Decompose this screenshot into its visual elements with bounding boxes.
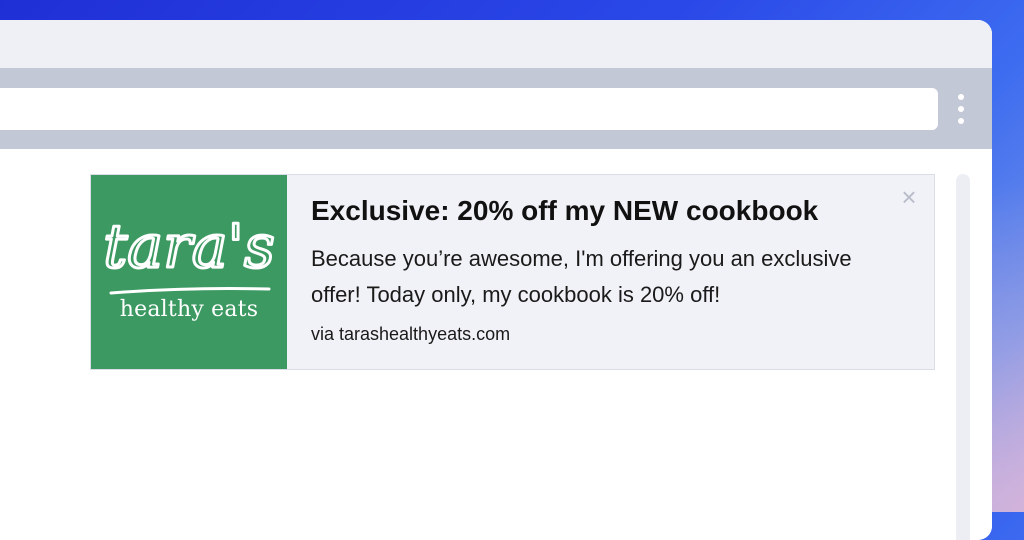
menu-dot: [958, 118, 964, 124]
logo-script-wordmark: tara's: [102, 211, 276, 295]
logo-subtitle: healthy eats: [119, 297, 259, 322]
notification-title: Exclusive: 20% off my NEW cookbook: [311, 195, 819, 226]
notification-body: Because you’re awesome, I'm offering you…: [311, 246, 852, 307]
push-notification[interactable]: tara's healthy eats Exclusive: 20% off m…: [90, 174, 935, 370]
brand-logo: tara's healthy eats: [91, 175, 287, 369]
browser-window: tara's healthy eats Exclusive: 20% off m…: [0, 20, 992, 540]
address-bar[interactable]: [0, 88, 938, 130]
close-icon[interactable]: ×: [899, 184, 919, 210]
browser-title-bar: [0, 20, 992, 68]
page-content: tara's healthy eats Exclusive: 20% off m…: [0, 149, 992, 540]
logo-script-text: tara's: [103, 212, 275, 282]
logo-swash: [109, 287, 271, 295]
menu-dot: [958, 94, 964, 100]
browser-toolbar: [0, 68, 992, 149]
menu-dot: [958, 106, 964, 112]
notification-source: via tarashealthyeats.com: [311, 324, 511, 344]
kebab-menu-icon[interactable]: [952, 94, 970, 124]
vertical-scrollbar[interactable]: [956, 174, 970, 540]
